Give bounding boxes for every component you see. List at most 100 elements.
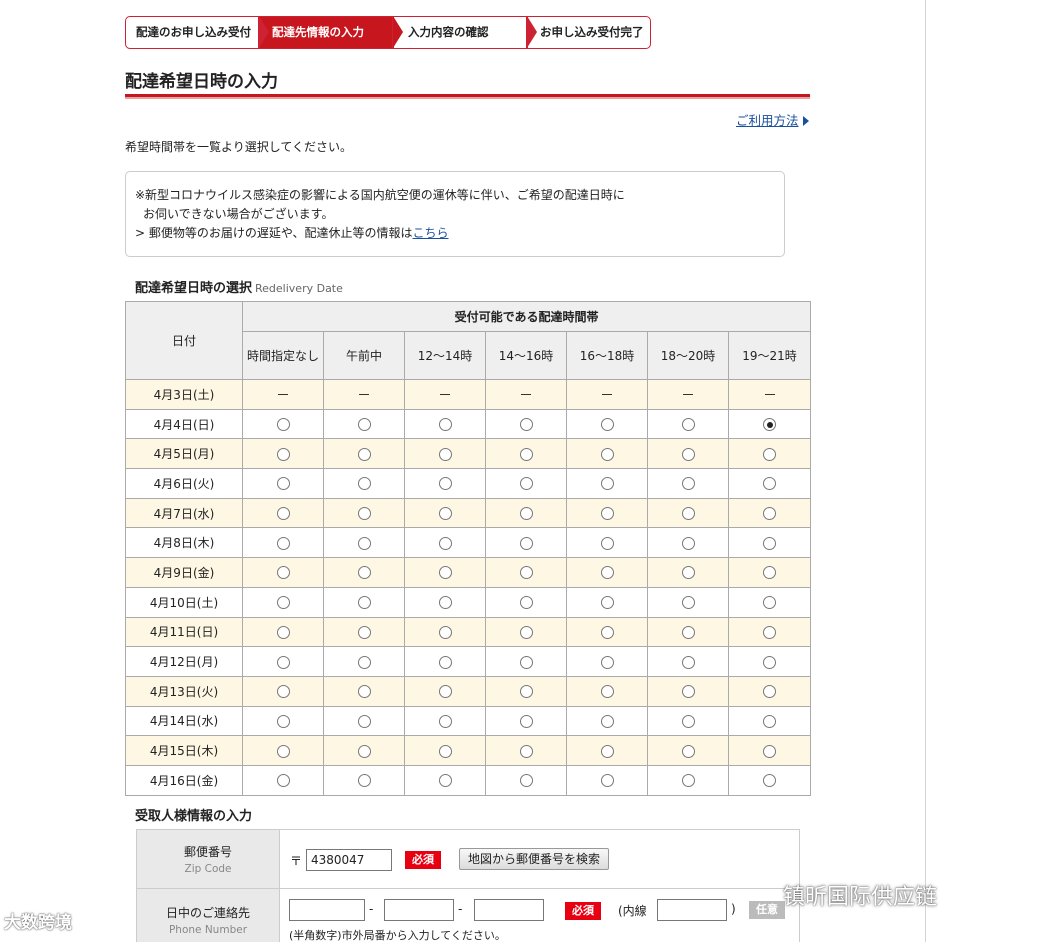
time-slot-radio[interactable]	[681, 418, 695, 432]
time-slot-radio[interactable]	[681, 744, 695, 758]
time-slot-radio[interactable]	[438, 507, 452, 521]
time-slot-radio[interactable]	[438, 566, 452, 580]
time-slot-radio[interactable]	[438, 477, 452, 491]
time-slot-radio[interactable]	[681, 625, 695, 639]
notice-link[interactable]: こちら	[413, 226, 449, 240]
time-slot-radio[interactable]	[681, 566, 695, 580]
time-slot-radio[interactable]	[519, 536, 533, 550]
time-slot-radio[interactable]	[763, 744, 777, 758]
time-slot-radio[interactable]	[600, 625, 614, 639]
time-slot-radio[interactable]	[357, 685, 371, 699]
time-slot-radio[interactable]	[357, 625, 371, 639]
time-slot-radio[interactable]	[763, 774, 777, 788]
time-slot-radio[interactable]	[438, 447, 452, 461]
time-slot-radio[interactable]	[519, 566, 533, 580]
phone-area-input[interactable]	[289, 899, 365, 921]
time-slot-radio[interactable]	[681, 774, 695, 788]
time-slot-radio[interactable]	[519, 774, 533, 788]
time-slot-radio[interactable]	[763, 655, 777, 669]
time-slot-radio[interactable]	[357, 714, 371, 728]
time-slot-radio[interactable]	[276, 714, 290, 728]
time-slot-radio[interactable]	[438, 625, 452, 639]
time-slot-radio[interactable]	[600, 655, 614, 669]
time-slot-radio[interactable]	[276, 774, 290, 788]
time-slot-radio[interactable]	[357, 418, 371, 432]
time-slot-radio[interactable]	[438, 596, 452, 610]
time-slot-radio[interactable]	[763, 596, 777, 610]
time-slot-radio[interactable]	[519, 714, 533, 728]
time-slot-radio[interactable]	[438, 744, 452, 758]
zip-search-button[interactable]: 地図から郵便番号を検索	[459, 848, 610, 870]
time-slot-radio[interactable]	[276, 685, 290, 699]
time-slot-radio[interactable]	[357, 596, 371, 610]
time-slot-radio[interactable]	[763, 566, 777, 580]
time-slot-radio[interactable]	[276, 536, 290, 550]
time-slot-radio[interactable]	[600, 774, 614, 788]
time-slot-radio[interactable]	[600, 596, 614, 610]
time-slot-radio[interactable]	[763, 447, 777, 461]
time-slot-radio[interactable]	[357, 774, 371, 788]
time-slot-radio[interactable]	[519, 655, 533, 669]
time-slot-radio[interactable]	[519, 625, 533, 639]
help-link[interactable]: ご利用方法	[736, 110, 809, 129]
time-slot-radio[interactable]	[438, 418, 452, 432]
time-slot-radio[interactable]	[681, 685, 695, 699]
time-slot-radio[interactable]	[519, 596, 533, 610]
time-slot-radio[interactable]	[681, 507, 695, 521]
time-slot-radio[interactable]	[276, 477, 290, 491]
time-slot-radio[interactable]	[357, 477, 371, 491]
time-slot-radio[interactable]	[357, 744, 371, 758]
time-slot-radio[interactable]	[600, 536, 614, 550]
time-slot-radio[interactable]	[763, 477, 777, 491]
time-slot-radio[interactable]	[600, 477, 614, 491]
time-slot-radio[interactable]	[600, 507, 614, 521]
zip-input[interactable]: 4380047	[306, 849, 392, 871]
time-slot-radio[interactable]	[276, 625, 290, 639]
time-slot-radio[interactable]	[519, 685, 533, 699]
time-slot-radio[interactable]	[600, 744, 614, 758]
time-slot-radio[interactable]	[276, 447, 290, 461]
time-slot-radio[interactable]	[681, 596, 695, 610]
time-slot-radio[interactable]	[600, 447, 614, 461]
time-slot-radio[interactable]	[438, 536, 452, 550]
time-slot-radio[interactable]	[681, 536, 695, 550]
phone-exchange-input[interactable]	[384, 899, 454, 921]
time-slot-radio[interactable]	[276, 744, 290, 758]
time-slot-radio[interactable]	[438, 655, 452, 669]
time-slot-radio[interactable]	[438, 774, 452, 788]
time-slot-radio[interactable]	[519, 418, 533, 432]
time-slot-radio[interactable]	[763, 536, 777, 550]
time-slot-radio[interactable]	[763, 418, 777, 432]
time-slot-radio[interactable]	[763, 507, 777, 521]
time-slot-radio[interactable]	[276, 418, 290, 432]
time-slot-radio[interactable]	[357, 566, 371, 580]
time-slot-radio[interactable]	[763, 625, 777, 639]
time-slot-radio[interactable]	[763, 714, 777, 728]
time-slot-radio[interactable]	[519, 447, 533, 461]
time-slot-radio[interactable]	[681, 655, 695, 669]
time-slot-radio[interactable]	[276, 507, 290, 521]
time-slot-radio[interactable]	[600, 714, 614, 728]
time-slot-radio[interactable]	[357, 447, 371, 461]
time-slot-radio[interactable]	[357, 536, 371, 550]
time-slot-radio[interactable]	[681, 447, 695, 461]
time-slot-radio[interactable]	[357, 655, 371, 669]
time-slot-radio[interactable]	[519, 477, 533, 491]
time-slot-radio[interactable]	[600, 685, 614, 699]
time-slot-radio[interactable]	[276, 596, 290, 610]
help-link-label[interactable]: ご利用方法	[736, 113, 799, 128]
phone-number-input[interactable]	[474, 899, 544, 921]
time-slot-radio[interactable]	[519, 744, 533, 758]
time-slot-radio[interactable]	[519, 507, 533, 521]
time-slot-radio[interactable]	[600, 418, 614, 432]
time-slot-radio[interactable]	[681, 714, 695, 728]
time-slot-radio[interactable]	[681, 477, 695, 491]
time-slot-radio[interactable]	[438, 685, 452, 699]
time-slot-radio[interactable]	[276, 655, 290, 669]
time-slot-radio[interactable]	[357, 507, 371, 521]
time-slot-radio[interactable]	[438, 714, 452, 728]
time-slot-radio[interactable]	[276, 566, 290, 580]
time-slot-radio[interactable]	[763, 685, 777, 699]
time-slot-radio[interactable]	[600, 566, 614, 580]
phone-extension-input[interactable]	[657, 899, 727, 921]
